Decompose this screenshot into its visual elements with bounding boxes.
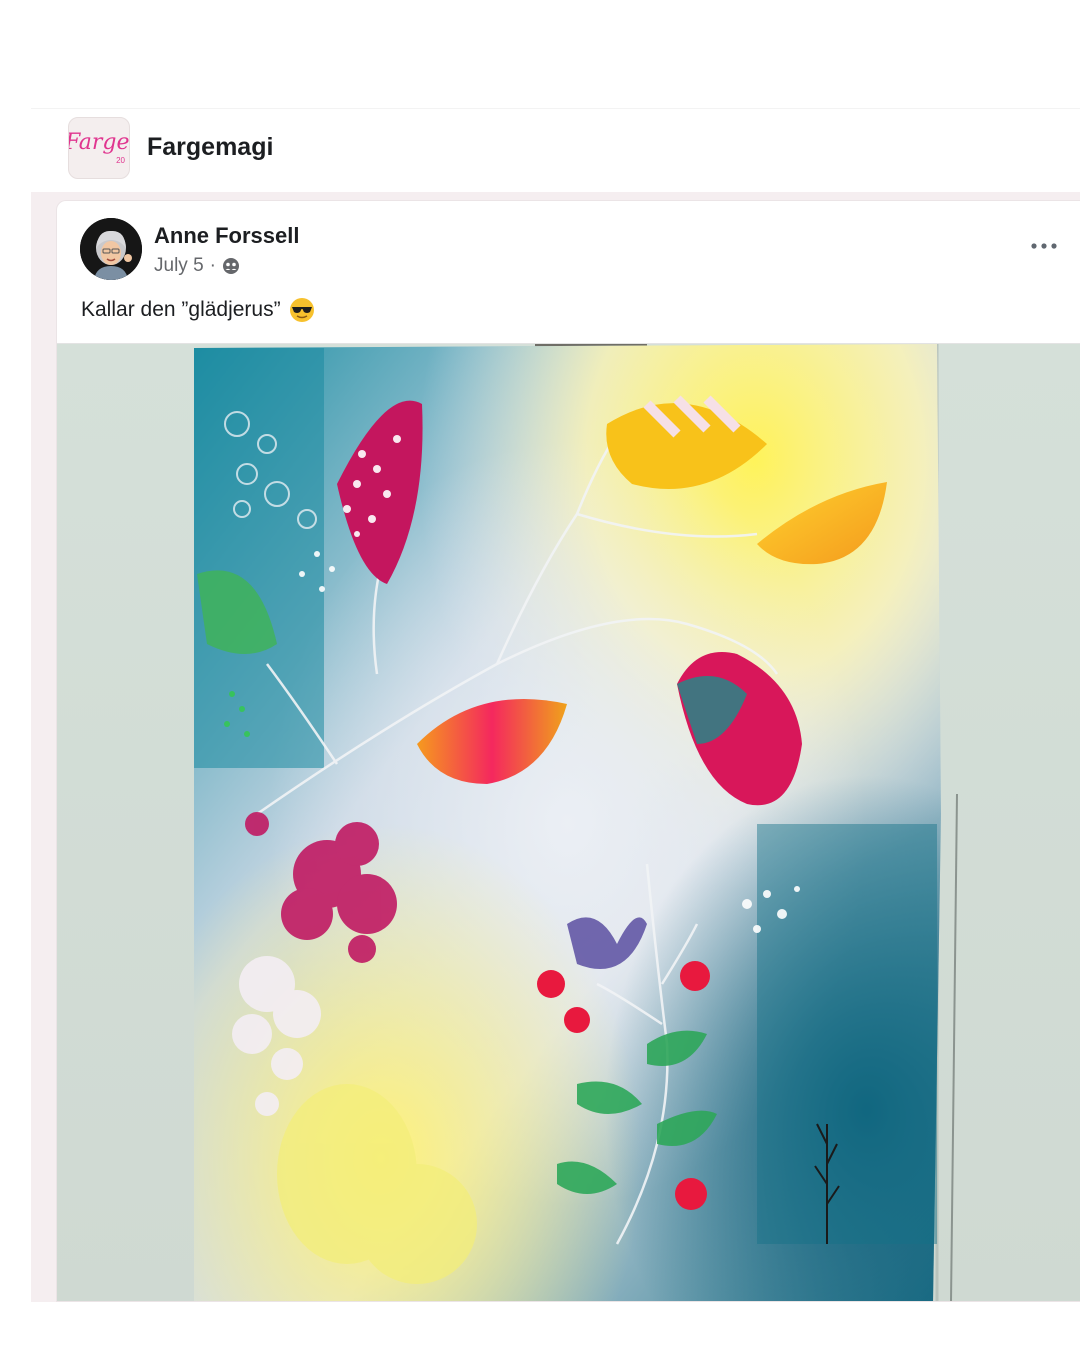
more-options-icon	[1031, 243, 1057, 249]
group-name[interactable]: Fargemagi	[147, 133, 273, 162]
group-logo-subtext: 20	[116, 156, 125, 165]
more-options-button[interactable]	[1029, 231, 1059, 261]
meta-separator: ·	[209, 255, 216, 276]
post-date[interactable]: July 5	[154, 255, 204, 277]
bottom-blank	[0, 1302, 1080, 1350]
post-meta: July 5 ·	[154, 255, 240, 277]
audience-group-icon[interactable]	[222, 257, 240, 275]
painting-image	[57, 344, 1080, 1301]
author-name[interactable]: Anne Forssell	[154, 223, 299, 249]
sunglasses-emoji-icon	[289, 297, 315, 323]
post-text-content: Kallar den ”glädjerus”	[81, 298, 281, 321]
author-avatar[interactable]	[80, 218, 142, 280]
group-header: Fargem 20 Fargemagi	[31, 108, 1080, 193]
group-logo-text: Fargem	[68, 130, 130, 155]
post-text: Kallar den ”glädjerus”	[81, 297, 315, 323]
post-card: Anne Forssell July 5 · Kallar den ”glädj…	[56, 200, 1080, 1302]
group-logo[interactable]: Fargem 20	[68, 117, 130, 179]
post-photo[interactable]	[57, 343, 1080, 1301]
